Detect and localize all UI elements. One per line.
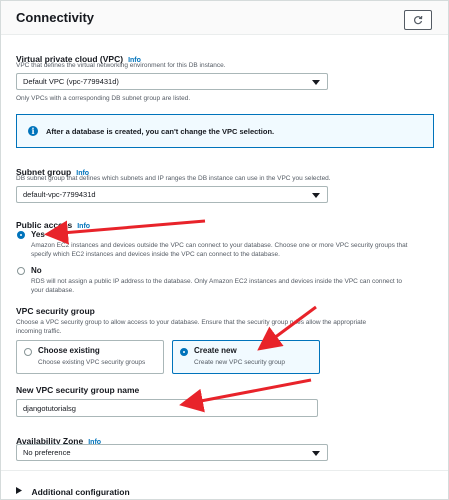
caret-down-icon: [312, 451, 320, 456]
caret-down-icon: [312, 80, 320, 85]
choose-existing-radio[interactable]: [24, 348, 32, 356]
public-access-no-radio[interactable]: [17, 267, 25, 275]
choose-existing-tile[interactable]: Choose existing Choose existing VPC secu…: [16, 340, 164, 374]
info-icon: i: [28, 126, 38, 136]
panel-title: Connectivity: [16, 10, 95, 25]
public-access-no-label[interactable]: No: [31, 266, 42, 275]
subnet-description: DB subnet group that defines which subne…: [16, 175, 331, 182]
public-access-info-link[interactable]: Info: [77, 223, 90, 230]
public-access-yes-desc-2: specify which EC2 instances and devices …: [31, 251, 280, 258]
create-new-tile[interactable]: Create new Create new VPC security group: [172, 340, 320, 374]
refresh-icon: [414, 15, 423, 25]
additional-config-label: Additional configuration: [31, 487, 130, 497]
choose-existing-desc: Choose existing VPC security groups: [38, 359, 146, 366]
refresh-button[interactable]: [404, 10, 432, 30]
vpc-hint: Only VPCs with a corresponding DB subnet…: [16, 95, 191, 102]
panel-header: Connectivity: [1, 1, 448, 35]
create-new-title: Create new: [194, 346, 237, 355]
new-sg-name-label: New VPC security group name: [16, 385, 140, 395]
public-access-no-desc-1: RDS will not assign a public IP address …: [31, 278, 402, 285]
alert-text: After a database is created, you can't c…: [46, 127, 275, 136]
subnet-select[interactable]: default-vpc-7799431d: [16, 186, 328, 203]
public-access-label-row: Public access Info: [16, 215, 90, 233]
public-access-yes-radio[interactable]: [17, 231, 25, 239]
public-access-yes-label[interactable]: Yes: [31, 230, 45, 239]
create-new-radio[interactable]: [180, 348, 188, 356]
public-access-yes-desc-1: Amazon EC2 instances and devices outside…: [31, 242, 408, 249]
vpc-description: VPC that defines the virtual networking …: [16, 62, 226, 69]
caret-right-icon: [16, 487, 22, 495]
public-access-no-desc-2: your database.: [31, 287, 75, 294]
choose-existing-title: Choose existing: [38, 346, 100, 355]
divider: [1, 470, 448, 471]
caret-down-icon: [312, 193, 320, 198]
az-select[interactable]: No preference: [16, 444, 328, 461]
vpc-select-value: Default VPC (vpc-7799431d): [23, 77, 119, 86]
security-group-desc-2: incoming traffic.: [16, 328, 62, 335]
additional-config-toggle[interactable]: Additional configuration: [16, 482, 130, 500]
new-sg-name-value: djangotutorialsg: [23, 404, 76, 413]
security-group-desc-1: Choose a VPC security group to allow acc…: [16, 319, 367, 326]
security-group-label: VPC security group: [16, 306, 95, 316]
subnet-select-value: default-vpc-7799431d: [23, 190, 96, 199]
vpc-select[interactable]: Default VPC (vpc-7799431d): [16, 73, 328, 90]
vpc-info-alert: i After a database is created, you can't…: [16, 114, 434, 148]
az-select-value: No preference: [23, 448, 71, 457]
connectivity-panel: Connectivity Virtual private cloud (VPC)…: [0, 0, 449, 500]
create-new-desc: Create new VPC security group: [194, 359, 286, 366]
public-access-label: Public access: [16, 220, 73, 230]
new-sg-name-input[interactable]: djangotutorialsg: [16, 399, 318, 417]
